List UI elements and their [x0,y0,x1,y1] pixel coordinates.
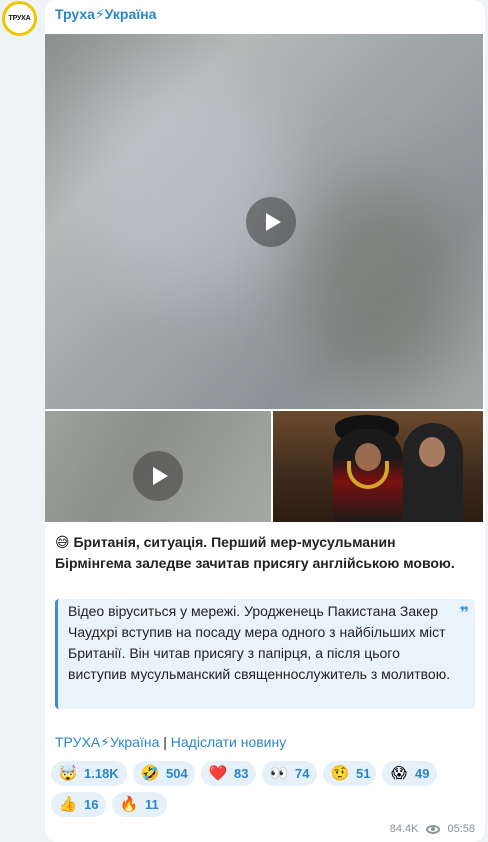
reaction-emoji-icon: 👀 [269,765,289,782]
reaction-count: 49 [415,766,430,781]
video-thumbnail-secondary[interactable] [45,411,271,522]
reaction-emoji-icon: 😱 [391,765,407,782]
post-time: 05:58 [447,823,475,835]
reaction-button[interactable]: ❤️ 83 [201,761,256,786]
message-footer: 84.4K 05:58 [390,823,475,835]
reaction-button[interactable]: 🤯 1.18K [51,761,127,786]
reaction-button[interactable]: 😱 49 [382,761,437,786]
photo-figure [419,437,445,467]
reaction-count: 1.18K [84,766,119,781]
reaction-count: 51 [356,766,371,781]
reaction-count: 74 [295,766,310,781]
avatar-text: ТРУХА [8,15,31,22]
quote-icon: ❞ [459,605,469,622]
reaction-count: 11 [145,797,159,812]
photo-thumbnail[interactable] [273,411,483,522]
channel-name[interactable]: Труха⚡Україна [55,6,156,23]
reaction-count: 16 [84,797,99,812]
video-blur-shape [85,74,285,294]
reaction-emoji-icon: 🤣 [140,765,160,782]
reaction-button[interactable]: 👍 16 [51,792,106,817]
reaction-count: 83 [234,766,249,781]
reaction-emoji-icon: ❤️ [208,765,228,782]
reaction-button[interactable]: 👀 74 [262,761,317,786]
post-quote: Відео віруситься у мережі. Уродженець Па… [55,599,475,709]
message-bubble: Труха⚡Україна 😅 Британія, ситуація. Перш… [45,0,485,842]
submit-news-link[interactable]: Надіслати новину [171,734,286,750]
eye-icon [426,824,441,834]
video-blur-shape [305,184,455,384]
play-icon[interactable] [246,197,296,247]
reaction-emoji-icon: 🤯 [58,765,78,782]
reaction-emoji-icon: 🔥 [119,796,139,813]
reaction-emoji-icon: 👍 [58,796,78,813]
reaction-count: 504 [166,766,188,781]
link-separator: | [159,734,171,750]
post-links: ТРУХА⚡Україна | Надіслати новину [55,734,286,751]
reaction-button[interactable]: 🤣 504 [133,761,195,786]
reaction-emoji-icon: 🤨 [330,765,350,782]
channel-avatar[interactable]: ТРУХА [2,1,37,36]
channel-link[interactable]: ТРУХА⚡Україна [55,734,159,750]
video-thumbnail-main[interactable] [45,34,483,409]
reaction-button[interactable]: 🔥 11 [112,792,167,817]
reaction-button[interactable]: 🤨 51 [323,761,376,786]
views-count: 84.4K [389,823,419,835]
quote-text: Відео віруситься у мережі. Уродженець Па… [68,603,451,682]
play-icon[interactable] [133,451,183,501]
post-headline: 😅 Британія, ситуація. Перший мер-мусульм… [55,534,455,571]
